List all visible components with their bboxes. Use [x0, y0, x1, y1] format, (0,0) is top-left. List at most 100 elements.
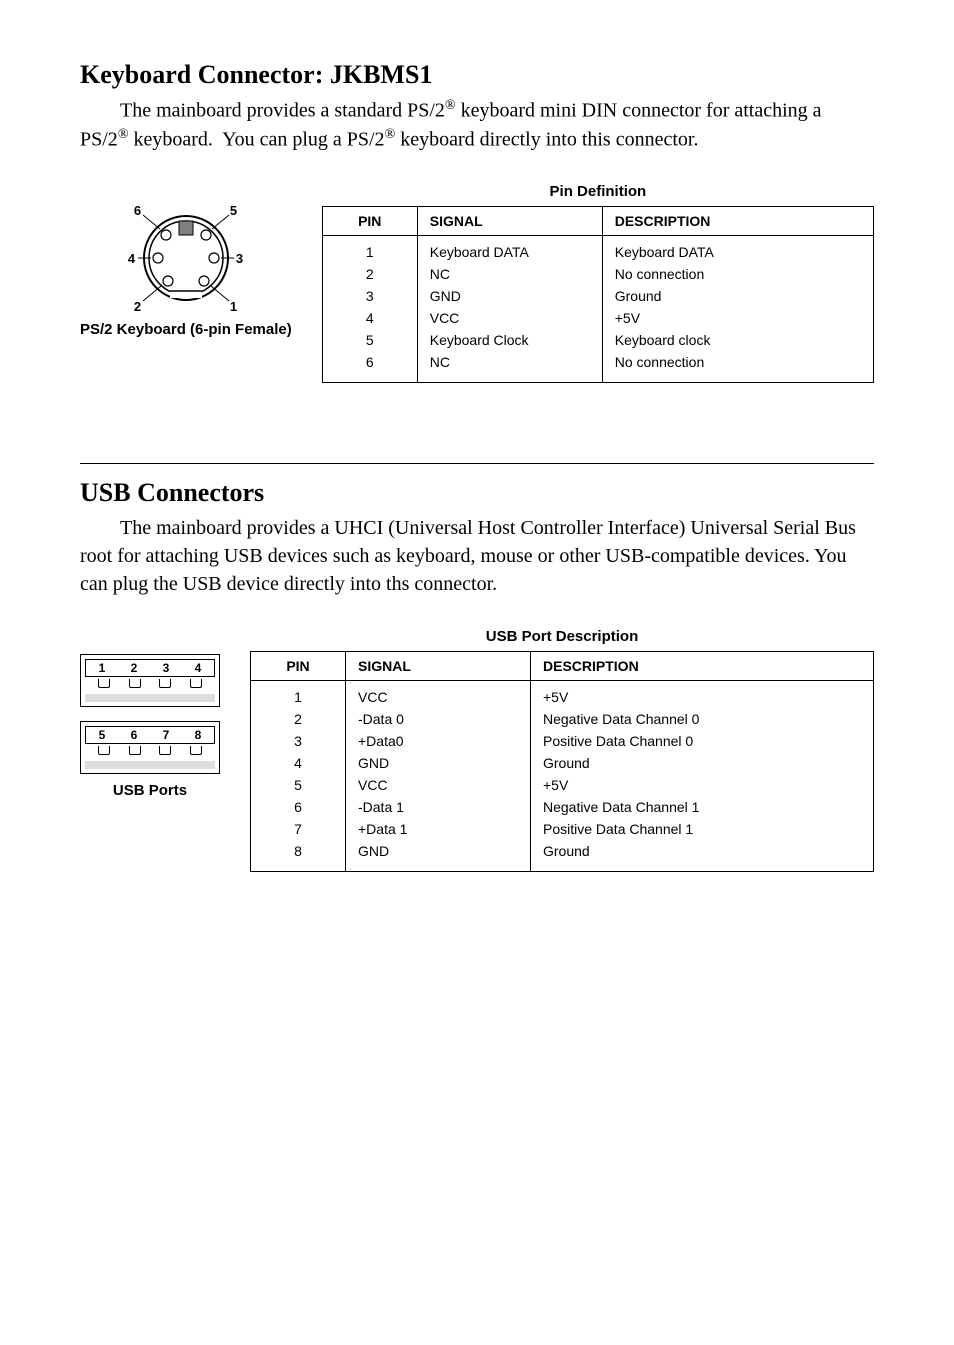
- cell-pin: 6: [322, 351, 417, 383]
- section1-table-wrapper: Pin Definition PIN SIGNAL DESCRIPTION 1 …: [322, 183, 874, 383]
- usb-contact-icon: [129, 679, 141, 688]
- usb-contact-icon: [129, 746, 141, 755]
- usb-figure: 1 2 3 4 5 6 7 8: [80, 628, 220, 799]
- table-row: 4 GND Ground: [251, 752, 874, 774]
- cell-pin: 8: [251, 840, 346, 872]
- section1-figure-row: 1 2 3 4 5 6 PS/2 Keyboard (6-pin Female)…: [80, 183, 874, 383]
- cell-signal: +Data 1: [346, 818, 531, 840]
- cell-signal: GND: [346, 840, 531, 872]
- cell-pin: 6: [251, 796, 346, 818]
- cell-signal: GND: [346, 752, 531, 774]
- cell-description: Keyboard DATA: [602, 236, 873, 264]
- ps2-connector-diagram: 1 2 3 4 5 6: [126, 203, 246, 313]
- ps2-svg: [126, 203, 246, 313]
- cell-description: +5V: [602, 307, 873, 329]
- table-row: 5 VCC +5V: [251, 774, 874, 796]
- usb-contact-icon: [98, 679, 110, 688]
- cell-signal: Keyboard Clock: [417, 329, 602, 351]
- cell-description: Ground: [531, 752, 874, 774]
- cell-signal: -Data 0: [346, 708, 531, 730]
- ps2-figure-caption: PS/2 Keyboard (6-pin Female): [80, 321, 292, 338]
- cell-description: +5V: [531, 681, 874, 709]
- usb-pin-num: 3: [163, 661, 170, 675]
- cell-signal: VCC: [346, 774, 531, 796]
- cell-signal: NC: [417, 351, 602, 383]
- cell-signal: VCC: [346, 681, 531, 709]
- cell-pin: 1: [251, 681, 346, 709]
- table-row: 2 -Data 0 Negative Data Channel 0: [251, 708, 874, 730]
- section2-body: The mainboard provides a UHCI (Universal…: [80, 514, 874, 598]
- section2-table-title: USB Port Description: [250, 628, 874, 645]
- section2-table-wrapper: USB Port Description PIN SIGNAL DESCRIPT…: [250, 628, 874, 872]
- usb-pin-num: 5: [99, 728, 106, 742]
- usb-top-contacts: [85, 679, 215, 690]
- section1-body: The mainboard provides a standard PS/2® …: [80, 96, 874, 153]
- usb-top-numbers: 1 2 3 4: [85, 659, 215, 677]
- pin-label-4: 4: [128, 251, 135, 266]
- usb-contact-icon: [159, 679, 171, 688]
- usb-bottom-numbers: 5 6 7 8: [85, 726, 215, 744]
- cell-pin: 3: [251, 730, 346, 752]
- table-row: 3 GND Ground: [322, 285, 873, 307]
- usb-pin-num: 2: [131, 661, 138, 675]
- pin-label-1: 1: [230, 299, 237, 314]
- section2-th-pin: PIN: [251, 652, 346, 681]
- table-row: 7 +Data 1 Positive Data Channel 1: [251, 818, 874, 840]
- usb-contact-icon: [190, 679, 202, 688]
- usb-port-top: 1 2 3 4: [80, 654, 220, 707]
- usb-pin-num: 6: [131, 728, 138, 742]
- usb-slot-line: [85, 694, 215, 702]
- table-row: 2 NC No connection: [322, 263, 873, 285]
- usb-contact-icon: [98, 746, 110, 755]
- usb-slot-line: [85, 761, 215, 769]
- pin-label-6: 6: [134, 203, 141, 218]
- cell-description: No connection: [602, 351, 873, 383]
- cell-pin: 1: [322, 236, 417, 264]
- cell-pin: 2: [322, 263, 417, 285]
- cell-pin: 2: [251, 708, 346, 730]
- cell-signal: -Data 1: [346, 796, 531, 818]
- section1-pin-table: PIN SIGNAL DESCRIPTION 1 Keyboard DATA K…: [322, 206, 874, 383]
- cell-description: Ground: [602, 285, 873, 307]
- ps2-figure: 1 2 3 4 5 6 PS/2 Keyboard (6-pin Female): [80, 183, 292, 338]
- section1-th-description: DESCRIPTION: [602, 207, 873, 236]
- cell-description: Ground: [531, 840, 874, 872]
- usb-pin-num: 7: [163, 728, 170, 742]
- cell-signal: GND: [417, 285, 602, 307]
- cell-description: Negative Data Channel 1: [531, 796, 874, 818]
- section2-figure-row: 1 2 3 4 5 6 7 8: [80, 628, 874, 872]
- usb-contact-icon: [159, 746, 171, 755]
- section-separator: [80, 463, 874, 464]
- table-row: 1 Keyboard DATA Keyboard DATA: [322, 236, 873, 264]
- section1-th-signal: SIGNAL: [417, 207, 602, 236]
- table-row: 6 NC No connection: [322, 351, 873, 383]
- pin-label-5: 5: [230, 203, 237, 218]
- cell-signal: Keyboard DATA: [417, 236, 602, 264]
- cell-pin: 7: [251, 818, 346, 840]
- table-row: 8 GND Ground: [251, 840, 874, 872]
- pin-label-3: 3: [236, 251, 243, 266]
- section2-pin-table: PIN SIGNAL DESCRIPTION 1 VCC +5V 2 -Data…: [250, 651, 874, 872]
- cell-pin: 5: [322, 329, 417, 351]
- cell-pin: 3: [322, 285, 417, 307]
- cell-description: Keyboard clock: [602, 329, 873, 351]
- cell-pin: 5: [251, 774, 346, 796]
- usb-bottom-contacts: [85, 746, 215, 757]
- section2-th-description: DESCRIPTION: [531, 652, 874, 681]
- usb-contact-icon: [190, 746, 202, 755]
- usb-port-bottom: 5 6 7 8: [80, 721, 220, 774]
- cell-description: Negative Data Channel 0: [531, 708, 874, 730]
- cell-signal: VCC: [417, 307, 602, 329]
- cell-signal: +Data0: [346, 730, 531, 752]
- table-row: 5 Keyboard Clock Keyboard clock: [322, 329, 873, 351]
- table-row: 1 VCC +5V: [251, 681, 874, 709]
- cell-signal: NC: [417, 263, 602, 285]
- cell-description: Positive Data Channel 0: [531, 730, 874, 752]
- usb-pin-num: 4: [195, 661, 202, 675]
- usb-pin-num: 1: [99, 661, 106, 675]
- cell-pin: 4: [322, 307, 417, 329]
- usb-ports-diagram: 1 2 3 4 5 6 7 8: [80, 654, 220, 774]
- section1-th-pin: PIN: [322, 207, 417, 236]
- usb-figure-caption: USB Ports: [113, 782, 187, 799]
- cell-description: Positive Data Channel 1: [531, 818, 874, 840]
